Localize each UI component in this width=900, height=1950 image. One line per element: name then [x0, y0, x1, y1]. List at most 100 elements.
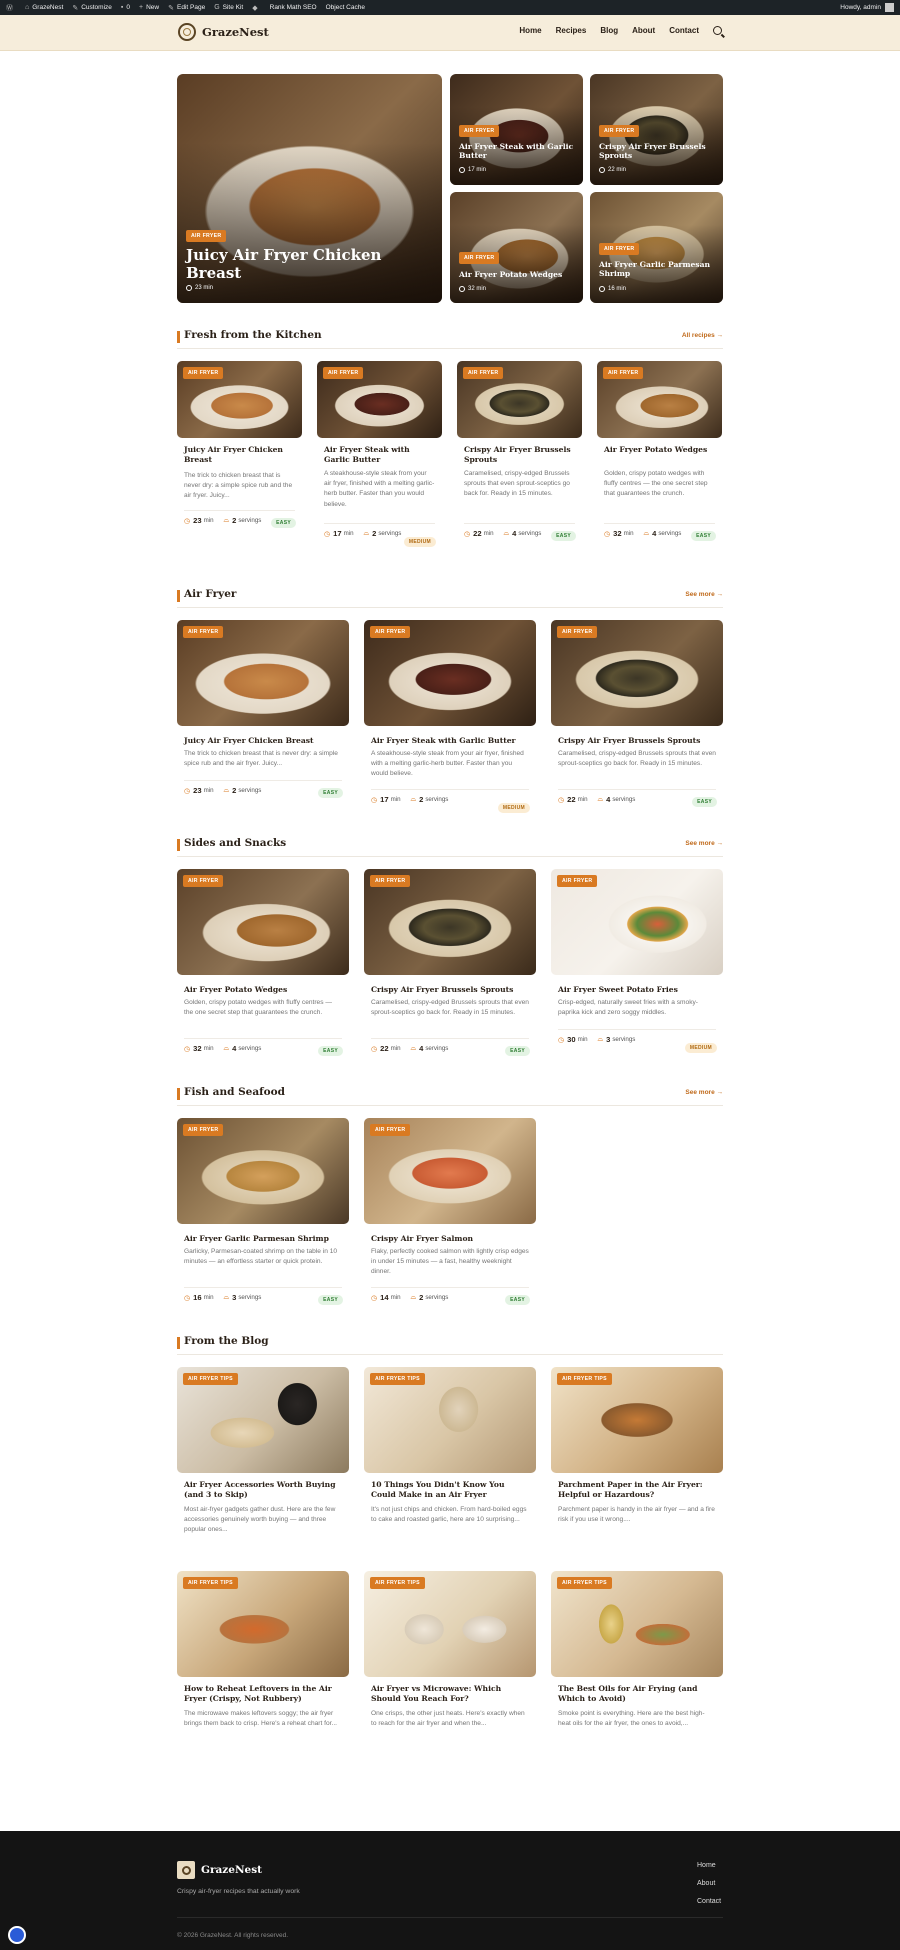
recipe-card[interactable]: AIR FRYER Crispy Air Fryer Salmon Flaky, p… [364, 1118, 536, 1307]
hero-tile[interactable]: AIR FRYER Air Fryer Potato Wedges 32 min [450, 192, 583, 303]
blog-image[interactable]: AIR FRYER TIPS [364, 1367, 536, 1473]
recipe-image[interactable]: AIR FRYER [364, 869, 536, 975]
nav-blog[interactable]: Blog [600, 26, 618, 35]
blog-title[interactable]: How to Reheat Leftovers in the Air Fryer… [184, 1684, 342, 1704]
admin-comments-link[interactable]: ▪ 0 [121, 4, 130, 11]
admin-howdy[interactable]: Howdy, admin [840, 4, 881, 11]
sitekit-icon: G [214, 4, 220, 11]
hero-main-tile[interactable]: AIR FRYER Juicy Air Fryer Chicken Breast… [177, 74, 442, 303]
recipe-image[interactable]: AIR FRYER [597, 361, 722, 438]
recipe-image[interactable]: AIR FRYER [177, 1118, 349, 1224]
hero-tile[interactable]: AIR FRYER Air Fryer Steak with Garlic Bu… [450, 74, 583, 185]
blog-image[interactable]: AIR FRYER TIPS [177, 1367, 349, 1473]
recipe-card[interactable]: AIR FRYER Juicy Air Fryer Chicken Breast T… [177, 620, 349, 800]
hero-tile[interactable]: AIR FRYER Crispy Air Fryer Brussels Spro… [590, 74, 723, 185]
blog-card[interactable]: AIR FRYER TIPS Air Fryer vs Microwave: Wh… [364, 1571, 536, 1741]
admin-sitekit-link[interactable]: G Site Kit [214, 4, 243, 11]
card-divider [371, 1287, 529, 1288]
site-logo[interactable]: GrazeNest [178, 23, 269, 41]
card-divider [324, 523, 435, 524]
see-more-link[interactable]: See more → [685, 1089, 723, 1096]
recipe-servings: 4 [232, 1044, 237, 1053]
see-more-link[interactable]: See more → [685, 591, 723, 598]
admin-objcache-link[interactable]: Object Cache [326, 4, 365, 11]
nav-recipes[interactable]: Recipes [556, 26, 587, 35]
recipe-title[interactable]: Air Fryer Potato Wedges [604, 445, 715, 455]
recipe-card[interactable]: AIR FRYER Air Fryer Garlic Parmesan Shrim… [177, 1118, 349, 1307]
footer-link-home[interactable]: Home [697, 1862, 716, 1869]
recipe-title[interactable]: Crispy Air Fryer Brussels Sprouts [558, 736, 716, 746]
footer-logo[interactable]: GrazeNest [177, 1861, 262, 1879]
recipe-title[interactable]: Air Fryer Sweet Potato Fries [558, 985, 716, 995]
blog-image[interactable]: AIR FRYER TIPS [364, 1571, 536, 1677]
recipe-image[interactable]: AIR FRYER [457, 361, 582, 438]
search-icon[interactable] [713, 26, 722, 35]
recipe-card[interactable]: AIR FRYER Crispy Air Fryer Brussels Sprou… [364, 869, 536, 1058]
recipe-servings: 4 [606, 795, 611, 804]
category-badge: AIR FRYER [599, 125, 640, 137]
admin-avatar[interactable] [885, 3, 894, 12]
recipe-image[interactable]: AIR FRYER [177, 620, 349, 726]
nav-about[interactable]: About [632, 26, 655, 35]
admin-customize-link[interactable]: ✎ Customize [72, 4, 112, 12]
blog-card[interactable]: AIR FRYER TIPS The Best Oils for Air Fryi… [551, 1571, 723, 1741]
blog-card[interactable]: AIR FRYER TIPS 10 Things You Didn't Know … [364, 1367, 536, 1537]
blog-card[interactable]: AIR FRYER TIPS How to Reheat Leftovers in… [177, 1571, 349, 1741]
recipe-image[interactable]: AIR FRYER [317, 361, 442, 438]
recipe-title[interactable]: Crispy Air Fryer Brussels Sprouts [371, 985, 529, 995]
recipe-card[interactable]: AIR FRYER Air Fryer Steak with Garlic But… [364, 620, 536, 813]
recipe-title[interactable]: Crispy Air Fryer Salmon [371, 1234, 529, 1244]
nav-home[interactable]: Home [519, 26, 541, 35]
recipe-image[interactable]: AIR FRYER [177, 361, 302, 438]
recipe-card[interactable]: AIR FRYER Air Fryer Potato Wedges Golden, … [597, 361, 722, 543]
admin-site-link[interactable]: ⌂ GrazeNest [25, 4, 63, 11]
recipe-card[interactable]: AIR FRYER Air Fryer Steak with Garlic But… [317, 361, 442, 547]
recipe-title[interactable]: Juicy Air Fryer Chicken Breast [184, 736, 342, 746]
admin-edit-link[interactable]: ✎ Edit Page [168, 4, 205, 12]
recipe-image[interactable]: AIR FRYER [364, 620, 536, 726]
recipe-image[interactable]: AIR FRYER [551, 620, 723, 726]
all-recipes-link[interactable]: All recipes → [682, 332, 723, 339]
blog-card[interactable]: AIR FRYER TIPS Air Fryer Accessories Wort… [177, 1367, 349, 1537]
recipe-card[interactable]: AIR FRYER Crispy Air Fryer Brussels Sprou… [457, 361, 582, 543]
home-icon: ⌂ [25, 4, 30, 11]
blog-card[interactable]: AIR FRYER TIPS Parchment Paper in the Air… [551, 1367, 723, 1537]
accessibility-icon[interactable] [8, 1926, 26, 1944]
wordpress-icon[interactable]: Ⓦ [6, 3, 16, 13]
recipe-time: 22 [380, 1044, 389, 1053]
difficulty-badge: MEDIUM [497, 803, 530, 813]
footer-link-contact[interactable]: Contact [697, 1898, 721, 1905]
blog-title[interactable]: 10 Things You Didn't Know You Could Make… [371, 1480, 529, 1500]
blog-title[interactable]: The Best Oils for Air Frying (and Which … [558, 1684, 716, 1704]
section-header-sides: Sides and Snacks See more → [177, 837, 723, 857]
recipe-card[interactable]: AIR FRYER Air Fryer Sweet Potato Fries Cri… [551, 869, 723, 1053]
blog-title[interactable]: Parchment Paper in the Air Fryer: Helpfu… [558, 1480, 716, 1500]
blog-image[interactable]: AIR FRYER TIPS [551, 1571, 723, 1677]
recipe-title[interactable]: Air Fryer Steak with Garlic Butter [324, 445, 435, 465]
recipe-image[interactable]: AIR FRYER [177, 869, 349, 975]
recipe-image[interactable]: AIR FRYER [551, 869, 723, 975]
admin-new-link[interactable]: + New [139, 4, 159, 11]
recipe-card[interactable]: AIR FRYER Crispy Air Fryer Brussels Sprou… [551, 620, 723, 809]
recipe-title[interactable]: Juicy Air Fryer Chicken Breast [184, 445, 295, 465]
blog-title[interactable]: Air Fryer vs Microwave: Which Should You… [371, 1684, 529, 1704]
servings-icon: ⌓ [410, 1044, 417, 1052]
time-unit: min [577, 796, 588, 803]
recipe-card[interactable]: AIR FRYER Juicy Air Fryer Chicken Breast T… [177, 361, 302, 530]
recipe-title[interactable]: Air Fryer Garlic Parmesan Shrimp [184, 1234, 342, 1244]
footer-link-about[interactable]: About [697, 1880, 715, 1887]
recipe-image[interactable]: AIR FRYER [364, 1118, 536, 1224]
see-more-link[interactable]: See more → [685, 840, 723, 847]
nav-contact[interactable]: Contact [669, 26, 699, 35]
recipe-title[interactable]: Air Fryer Steak with Garlic Butter [371, 736, 529, 746]
admin-rankmath-icon[interactable]: ◆ [252, 4, 260, 12]
hero-tile[interactable]: AIR FRYER Air Fryer Garlic Parmesan Shri… [590, 192, 723, 303]
blog-image[interactable]: AIR FRYER TIPS [551, 1367, 723, 1473]
blog-image[interactable]: AIR FRYER TIPS [177, 1571, 349, 1677]
recipe-card[interactable]: AIR FRYER Air Fryer Potato Wedges Golden, … [177, 869, 349, 1058]
clock-icon: ◷ [558, 796, 565, 804]
blog-title[interactable]: Air Fryer Accessories Worth Buying (and … [184, 1480, 342, 1500]
recipe-title[interactable]: Air Fryer Potato Wedges [184, 985, 342, 995]
admin-rankmath-link[interactable]: Rank Math SEO [270, 4, 317, 11]
recipe-title[interactable]: Crispy Air Fryer Brussels Sprouts [464, 445, 575, 465]
